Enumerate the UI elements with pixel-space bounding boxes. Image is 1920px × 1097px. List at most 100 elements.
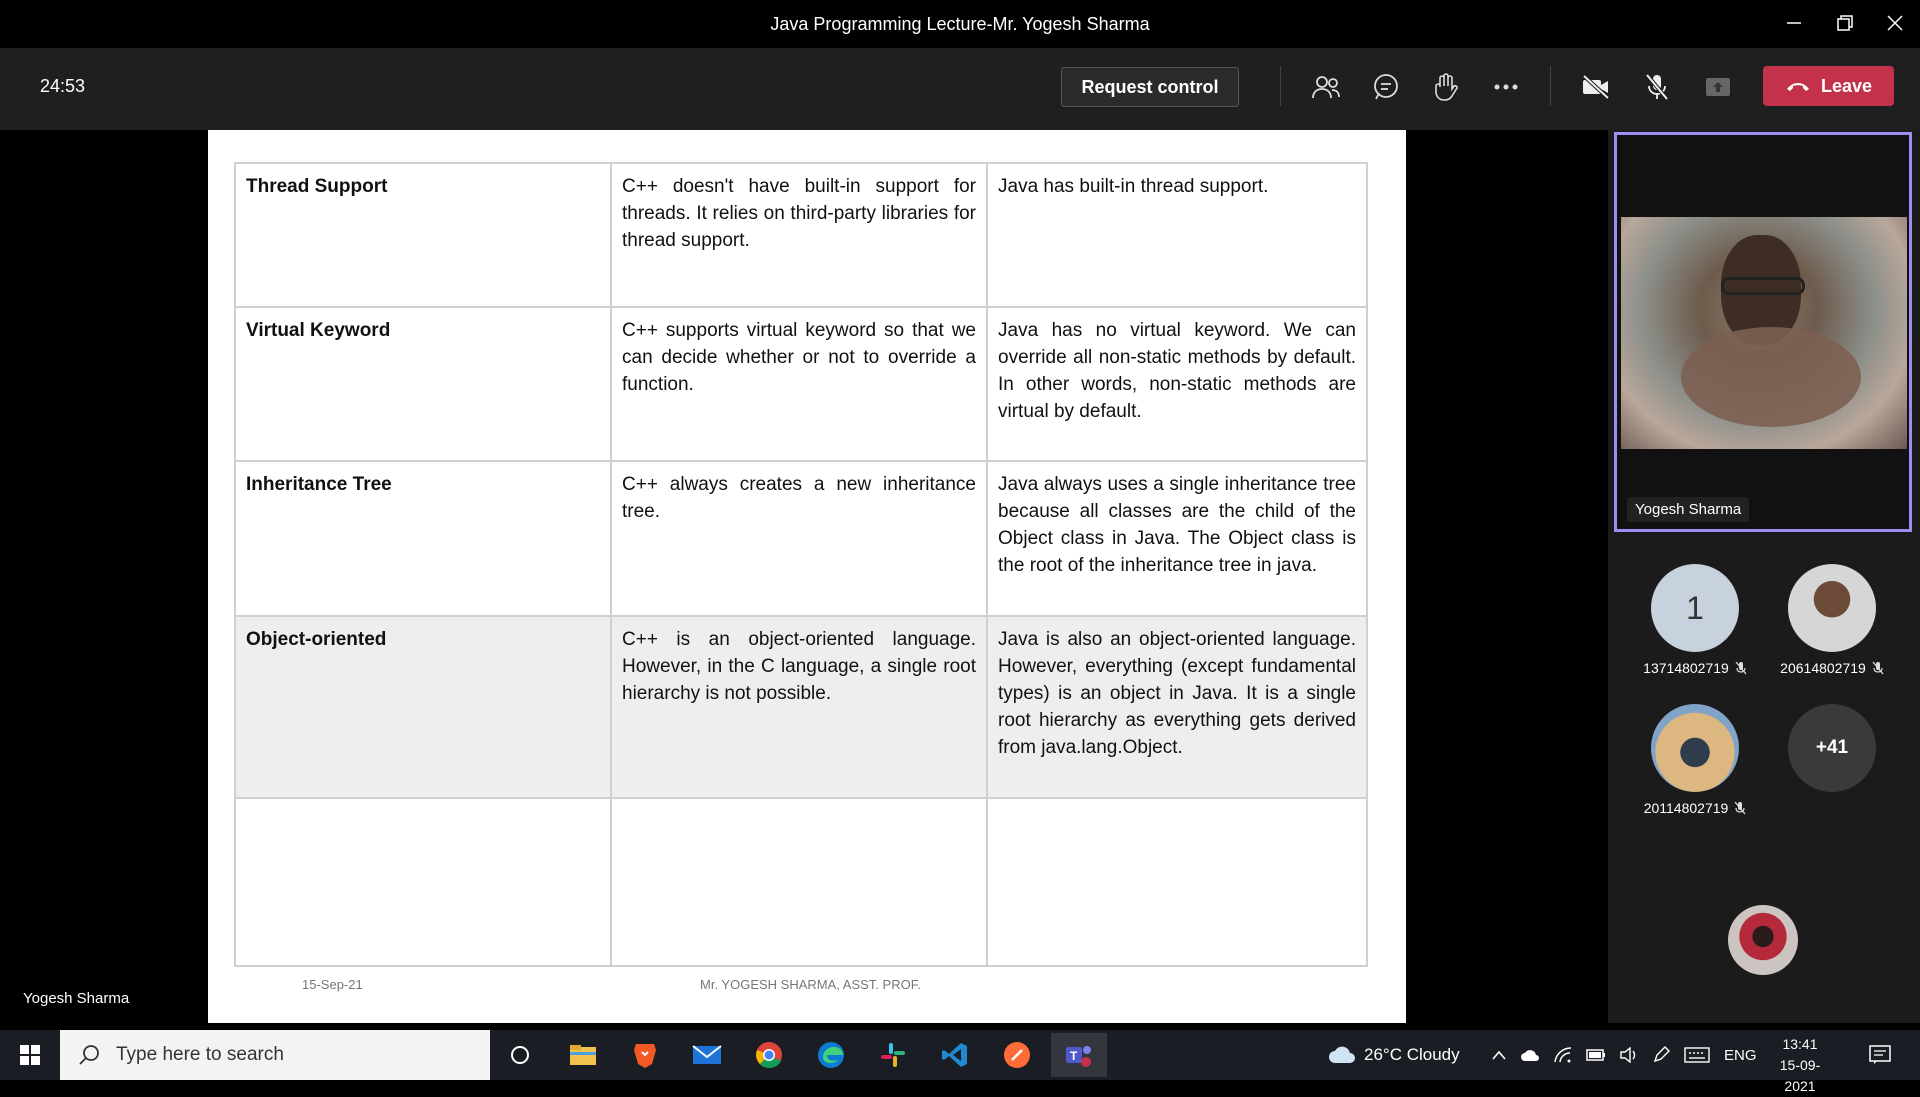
cpp-cell: C++ doesn't have built-in support for th… xyxy=(610,162,988,308)
mic-off-icon[interactable] xyxy=(1636,66,1678,108)
speaker-video-tile[interactable]: Yogesh Sharma xyxy=(1614,132,1912,532)
java-cell: Java always uses a single inheritance tr… xyxy=(986,460,1368,617)
feature-cell: Virtual Keyword xyxy=(234,306,612,462)
empty-cell xyxy=(610,797,988,967)
chrome-icon[interactable] xyxy=(741,1033,797,1077)
participant-label: 13714802719 xyxy=(1625,660,1765,676)
avatar xyxy=(1788,564,1876,652)
request-control-button[interactable]: Request control xyxy=(1061,67,1239,107)
more-participants-count: +41 xyxy=(1788,704,1876,792)
mic-off-icon xyxy=(1872,661,1884,675)
search-placeholder: Type here to search xyxy=(116,1044,284,1065)
teams-icon[interactable]: T xyxy=(1051,1033,1107,1077)
slack-icon[interactable] xyxy=(865,1033,921,1077)
leave-button[interactable]: Leave xyxy=(1763,66,1894,106)
participant-tile[interactable] xyxy=(1693,905,1833,975)
toolbar-divider xyxy=(1550,66,1551,106)
table-row: Object-oriented C++ is an object-oriente… xyxy=(234,615,1368,799)
notifications-icon[interactable] xyxy=(1860,1033,1900,1077)
mic-off-icon xyxy=(1735,661,1747,675)
clock-time: 13:41 xyxy=(1782,1036,1818,1052)
participant-name: 20614802719 xyxy=(1780,660,1866,676)
volume-icon[interactable] xyxy=(1620,1047,1638,1063)
feature-cell: Object-oriented xyxy=(234,615,612,799)
empty-cell xyxy=(986,797,1368,967)
brave-browser-icon[interactable] xyxy=(617,1033,673,1077)
keyboard-icon[interactable] xyxy=(1684,1047,1710,1063)
window-title: Java Programming Lecture-Mr. Yogesh Shar… xyxy=(770,14,1150,34)
table-row: Virtual Keyword C++ supports virtual key… xyxy=(234,306,1368,462)
meeting-timer: 24:53 xyxy=(40,76,86,96)
feature-cell: Inheritance Tree xyxy=(234,460,612,617)
java-cell: Java is also an object-oriented language… xyxy=(986,615,1368,799)
slide-footer-date: 15-Sep-21 xyxy=(302,977,363,992)
chevron-up-icon[interactable] xyxy=(1492,1050,1506,1060)
feature-cell: Thread Support xyxy=(234,162,612,308)
file-explorer-icon[interactable] xyxy=(555,1033,611,1077)
edge-icon[interactable] xyxy=(803,1033,859,1077)
empty-cell xyxy=(234,797,612,967)
participant-tile[interactable]: 1 13714802719 xyxy=(1625,564,1765,676)
table-row: Inheritance Tree C++ always creates a ne… xyxy=(234,460,1368,617)
java-cell: Java has no virtual keyword. We can over… xyxy=(986,306,1368,462)
avatar xyxy=(1728,905,1798,975)
weather-widget[interactable]: 26°C Cloudy xyxy=(1328,1030,1460,1080)
speaker-video xyxy=(1621,217,1907,449)
camera-off-icon[interactable] xyxy=(1575,66,1617,108)
slide-footer-author: Mr. YOGESH SHARMA, ASST. PROF. xyxy=(700,977,921,992)
restore-icon[interactable] xyxy=(1822,0,1868,46)
avatar: 1 xyxy=(1651,564,1739,652)
table-row-empty xyxy=(234,797,1368,967)
more-participants-tile[interactable]: +41 xyxy=(1762,704,1902,792)
title-bar: Java Programming Lecture-Mr. Yogesh Shar… xyxy=(0,0,1920,48)
vscode-icon[interactable] xyxy=(927,1033,983,1077)
participant-label: 20614802719 xyxy=(1762,660,1902,676)
participant-name: 20114802719 xyxy=(1643,800,1729,816)
pen-icon[interactable] xyxy=(1652,1046,1670,1064)
leave-label: Leave xyxy=(1820,75,1873,96)
taskbar-clock[interactable]: 13:41 15-09-2021 xyxy=(1770,1034,1830,1097)
participant-name: 13714802719 xyxy=(1643,660,1729,676)
table-row: Thread Support C++ doesn't have built-in… xyxy=(234,162,1368,308)
wifi-icon[interactable] xyxy=(1554,1047,1572,1063)
speaker-name: Yogesh Sharma xyxy=(1627,497,1750,522)
speaker-hands xyxy=(1681,327,1861,427)
presenter-name: Yogesh Sharma xyxy=(23,990,130,1007)
more-icon[interactable] xyxy=(1485,66,1527,108)
comparison-table: Thread Support C++ doesn't have built-in… xyxy=(234,162,1368,967)
clock-date: 15-09-2021 xyxy=(1779,1057,1821,1094)
participant-tile[interactable]: 20614802719 xyxy=(1762,564,1902,676)
meeting-toolbar xyxy=(0,48,1920,130)
raise-hand-icon[interactable] xyxy=(1425,66,1467,108)
system-tray: ENG xyxy=(1492,1030,1757,1080)
cpp-cell: C++ is an object-oriented language. Howe… xyxy=(610,615,988,799)
close-icon[interactable] xyxy=(1872,0,1918,46)
share-tray-icon[interactable] xyxy=(1697,66,1739,108)
shared-slide: Thread Support C++ doesn't have built-in… xyxy=(208,130,1406,1023)
chat-icon[interactable] xyxy=(1365,66,1407,108)
hangup-icon xyxy=(1786,83,1809,91)
mic-off-icon xyxy=(1734,801,1746,815)
search-icon xyxy=(79,1045,99,1065)
participant-label: 20114802719 xyxy=(1625,800,1765,816)
weather-text: 26°C Cloudy xyxy=(1364,1045,1460,1064)
minimize-icon[interactable] xyxy=(1771,0,1817,46)
cortana-icon[interactable] xyxy=(492,1033,548,1077)
onedrive-icon[interactable] xyxy=(1520,1048,1540,1062)
cpp-cell: C++ always creates a new inheritance tre… xyxy=(610,460,988,617)
cloud-icon xyxy=(1329,1046,1355,1063)
participants-icon[interactable] xyxy=(1305,66,1347,108)
java-cell: Java has built-in thread support. xyxy=(986,162,1368,308)
mail-icon[interactable] xyxy=(679,1033,735,1077)
speaker-glasses xyxy=(1721,277,1805,295)
avatar xyxy=(1651,704,1739,792)
participant-tile[interactable]: 20114802719 xyxy=(1625,704,1765,816)
cpp-cell: C++ supports virtual keyword so that we … xyxy=(610,306,988,462)
taskbar-search-input[interactable]: Type here to search xyxy=(60,1030,490,1080)
postman-icon[interactable] xyxy=(989,1033,1045,1077)
svg-text:T: T xyxy=(1070,1049,1078,1063)
battery-icon[interactable] xyxy=(1586,1049,1606,1061)
start-icon[interactable] xyxy=(2,1033,58,1077)
toolbar-divider xyxy=(1280,66,1281,106)
language-indicator[interactable]: ENG xyxy=(1724,1047,1757,1064)
